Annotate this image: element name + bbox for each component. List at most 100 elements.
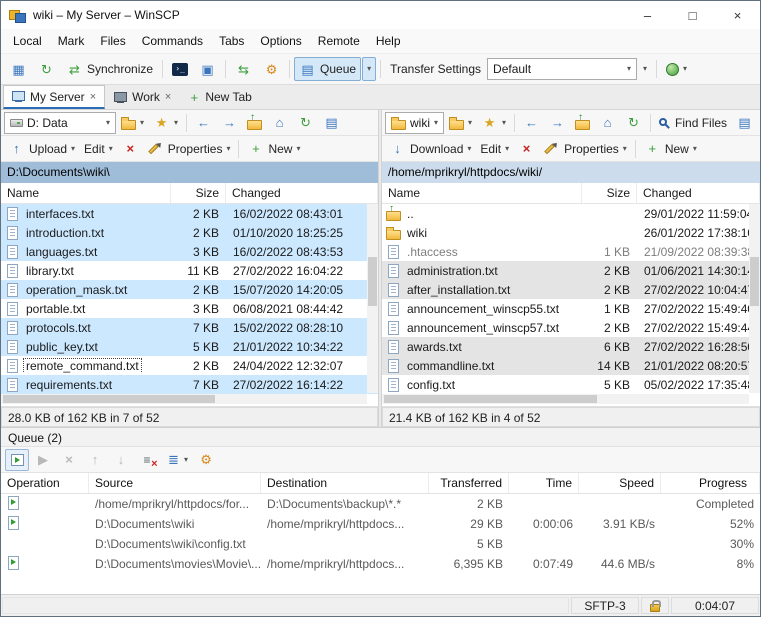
file-row[interactable]: announcement_winscp57.txt 2 KB 27/02/202… — [382, 318, 760, 337]
queue-column-time[interactable]: Time — [509, 473, 579, 493]
vertical-scrollbar[interactable] — [367, 204, 378, 393]
transfer-preset-select[interactable]: Default▾ — [487, 58, 637, 80]
file-row[interactable]: wiki 26/01/2022 17:38:10 — [382, 223, 760, 242]
transfer-settings-button[interactable]: Transfer Settings — [385, 57, 486, 81]
column-header-changed[interactable]: Changed — [637, 183, 760, 203]
upload-button[interactable]: ↑Upload▾ — [4, 138, 79, 160]
queue-row[interactable]: D:\Documents\wiki\config.txt 5 KB 30% — [1, 534, 760, 554]
new-button[interactable]: +New▾ — [243, 138, 304, 160]
menu-item[interactable]: Help — [368, 29, 409, 53]
scrollbar-thumb[interactable] — [384, 395, 597, 403]
properties-button[interactable]: Properties▾ — [560, 138, 631, 160]
file-row[interactable]: portable.txt 3 KB 06/08/2021 08:44:42 — [1, 299, 378, 318]
tab-close-icon[interactable]: × — [165, 91, 171, 103]
protocol-segment[interactable]: SFTP-3 — [571, 597, 639, 614]
file-row[interactable]: after_installation.txt 2 KB 27/02/2022 1… — [382, 280, 760, 299]
edit-button[interactable]: Edit▾ — [80, 138, 117, 160]
minimize-button[interactable]: – — [625, 1, 670, 29]
delete-button[interactable]: × — [514, 138, 539, 160]
column-header-name[interactable]: Name — [382, 183, 582, 203]
tree-toggle-button[interactable]: ▤ — [319, 112, 344, 134]
home-button[interactable]: ⌂ — [267, 112, 292, 134]
file-row[interactable]: remote_command.txt 2 KB 24/04/2022 12:32… — [1, 356, 378, 375]
move-down-button[interactable]: ↓ — [109, 449, 133, 471]
queue-column-operation[interactable]: Operation — [1, 473, 89, 493]
forward-button[interactable]: → — [217, 112, 242, 134]
scrollbar-thumb[interactable] — [3, 395, 215, 403]
vertical-scrollbar[interactable] — [749, 204, 760, 393]
forward-button[interactable]: → — [545, 112, 570, 134]
file-row[interactable]: introduction.txt 2 KB 01/10/2020 18:25:2… — [1, 223, 378, 242]
refresh-session-button[interactable]: ↻ — [33, 57, 60, 81]
file-row[interactable]: public_key.txt 5 KB 21/01/2022 10:34:22 — [1, 337, 378, 356]
session-color-button[interactable]: ▾ — [661, 57, 692, 81]
delete-all-queue-button[interactable]: ≡ — [135, 449, 159, 471]
file-row[interactable]: .htaccess 1 KB 21/09/2022 08:39:38 — [382, 242, 760, 261]
new-button[interactable]: +New▾ — [640, 138, 701, 160]
column-header-changed[interactable]: Changed — [226, 183, 378, 203]
menu-item[interactable]: Mark — [50, 29, 93, 53]
file-row[interactable]: .. 29/01/2022 11:59:04 — [382, 204, 760, 223]
menu-item[interactable]: Local — [5, 29, 50, 53]
back-button[interactable]: ← — [191, 112, 216, 134]
file-row[interactable]: languages.txt 3 KB 16/02/2022 08:43:53 — [1, 242, 378, 261]
preferences-button[interactable]: ⚙ — [258, 57, 285, 81]
menu-item[interactable]: Remote — [310, 29, 368, 53]
sessions-grid-button[interactable]: ▦ — [5, 57, 32, 81]
file-row[interactable]: interfaces.txt 2 KB 16/02/2022 08:43:01 — [1, 204, 378, 223]
parent-directory-button[interactable] — [571, 112, 594, 134]
menu-item[interactable]: Options — [252, 29, 309, 53]
file-row[interactable]: commandline.txt 14 KB 21/01/2022 08:20:5… — [382, 356, 760, 375]
horizontal-scrollbar[interactable] — [382, 394, 749, 404]
local-path-bar[interactable]: D:\Documents\wiki\ — [1, 162, 378, 183]
console-button[interactable]: ›_ — [167, 57, 193, 81]
synchronize-browsing-button[interactable]: ⇆ — [230, 57, 257, 81]
menu-item[interactable]: Commands — [134, 29, 211, 53]
security-segment[interactable] — [641, 597, 669, 614]
remote-directory-selector[interactable]: wiki▾ — [385, 112, 444, 134]
open-directory-button[interactable]: ▾ — [117, 112, 148, 134]
drive-selector[interactable]: D: Data▾ — [4, 112, 116, 134]
column-header-size[interactable]: Size — [171, 183, 226, 203]
download-button[interactable]: ↓Download▾ — [385, 138, 475, 160]
column-header-size[interactable]: Size — [582, 183, 637, 203]
menu-item[interactable]: Files — [92, 29, 133, 53]
transfer-settings-dropdown-button[interactable]: ▾ — [638, 57, 652, 81]
parent-directory-button[interactable] — [243, 112, 266, 134]
process-queue-button[interactable]: ▶ — [31, 449, 55, 471]
rename-button[interactable] — [144, 138, 163, 160]
tab-new[interactable]: + New Tab — [180, 85, 259, 109]
scrollbar-thumb[interactable] — [750, 257, 759, 306]
tab-close-icon[interactable]: × — [90, 91, 96, 103]
move-up-button[interactable]: ↑ — [83, 449, 107, 471]
file-row[interactable]: requirements.txt 7 KB 27/02/2022 16:14:2… — [1, 375, 378, 394]
queue-show-toggle-button[interactable] — [5, 449, 29, 471]
scrollbar-thumb[interactable] — [368, 257, 377, 306]
file-row[interactable]: operation_mask.txt 2 KB 15/07/2020 14:20… — [1, 280, 378, 299]
queue-toggle-button[interactable]: ▤Queue — [294, 57, 361, 81]
delete-queue-item-button[interactable]: × — [57, 449, 81, 471]
refresh-button[interactable]: ↻ — [621, 112, 646, 134]
tree-toggle-button[interactable]: ▤ — [732, 112, 757, 134]
open-directory-button[interactable]: ▾ — [445, 112, 476, 134]
explorer-view-button[interactable]: ▣ — [194, 57, 221, 81]
file-row[interactable]: config.txt 5 KB 05/02/2022 17:35:48 — [382, 375, 760, 394]
file-row[interactable]: awards.txt 6 KB 27/02/2022 16:28:50 — [382, 337, 760, 356]
file-row[interactable]: announcement_winscp55.txt 1 KB 27/02/202… — [382, 299, 760, 318]
queue-column-source[interactable]: Source — [89, 473, 261, 493]
file-row[interactable]: library.txt 11 KB 27/02/2022 16:04:22 — [1, 261, 378, 280]
synchronize-button[interactable]: ⇄Synchronize — [61, 57, 158, 81]
column-header-name[interactable]: Name — [1, 183, 171, 203]
queue-preferences-button[interactable]: ⚙ — [194, 449, 218, 471]
find-files-button[interactable]: Find Files — [655, 112, 731, 134]
home-button[interactable]: ⌂ — [595, 112, 620, 134]
queue-dropdown-button[interactable]: ▾ — [362, 57, 376, 81]
tab-work[interactable]: Work × — [106, 85, 179, 109]
close-button[interactable]: × — [715, 1, 760, 29]
properties-button[interactable]: Properties▾ — [164, 138, 235, 160]
bookmarks-button[interactable]: ★▾ — [149, 112, 182, 134]
queue-row[interactable]: D:\Documents\wiki /home/mprikryl/httpdoc… — [1, 514, 760, 534]
file-row[interactable]: protocols.txt 7 KB 15/02/2022 08:28:10 — [1, 318, 378, 337]
refresh-button[interactable]: ↻ — [293, 112, 318, 134]
back-button[interactable]: ← — [519, 112, 544, 134]
